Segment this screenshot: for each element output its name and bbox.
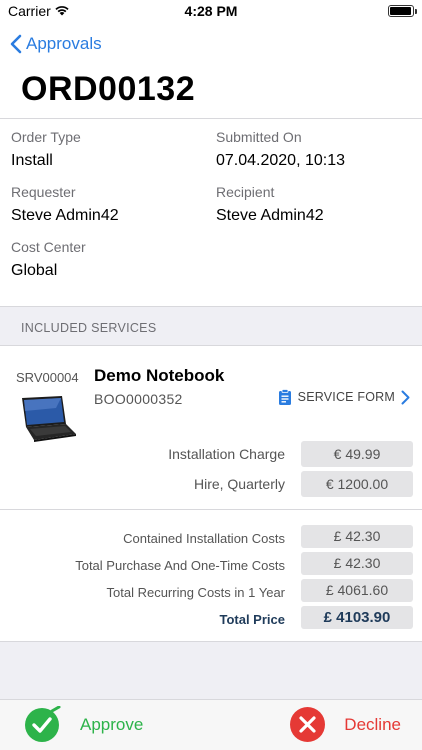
recipient-label: Recipient [216,184,275,200]
requester-field: Requester Steve Admin42 [11,184,119,225]
section-header-included-services: INCLUDED SERVICES [21,321,157,335]
cost-label: Contained Installation Costs [123,531,285,546]
charge-value: € 49.99 [301,441,413,467]
chevron-left-icon [10,34,22,54]
charge-row: Hire, Quarterly € 1200.00 [0,471,422,497]
battery-icon [388,5,417,17]
service-form-link[interactable]: SERVICE FORM [278,389,410,405]
cost-value: £ 42.30 [301,552,413,575]
check-circle-icon [25,706,61,742]
decline-label: Decline [344,714,401,734]
page-title: ORD00132 [21,70,196,108]
submitted-on-value: 07.04.2020, 10:13 [216,152,346,169]
charge-label: Installation Charge [168,446,285,462]
order-type-label: Order Type [11,129,81,145]
cost-row: Contained Installation Costs £ 42.30 [0,525,422,551]
cost-center-label: Cost Center [11,239,86,255]
approve-label: Approve [80,715,144,734]
charge-row: Installation Charge € 49.99 [0,441,422,467]
back-button[interactable]: Approvals [10,32,102,56]
cost-value: £ 42.30 [301,525,413,548]
order-type-value: Install [11,152,53,169]
x-circle-icon [290,707,326,742]
approve-button[interactable]: Approve [24,706,143,744]
submitted-on-label: Submitted On [216,129,302,145]
chevron-right-icon [401,390,410,404]
clock: 4:28 PM [184,3,238,19]
requester-value: Steve Admin42 [11,207,119,224]
submitted-on-field: Submitted On 07.04.2020, 10:13 [216,129,345,170]
order-type-field: Order Type Install [11,129,81,170]
notebook-image [22,396,76,442]
cost-center-field: Cost Center Global [11,239,86,280]
charge-label: Hire, Quarterly [193,476,285,492]
requester-label: Requester [11,184,76,200]
order-details: Order Type Install Submitted On 07.04.20… [0,119,422,307]
cost-value: £ 4061.60 [301,579,413,602]
status-bar: Carrier 4:28 PM [0,0,422,22]
clipboard-icon [278,389,291,405]
divider [0,509,422,510]
cost-label: Total Recurring Costs in 1 Year [106,585,285,600]
nav-header: Approvals ORD00132 [0,22,422,119]
back-label: Approvals [26,34,102,53]
cost-row: Total Purchase And One-Time Costs £ 42.3… [0,552,422,578]
service-name: Demo Notebook [94,366,225,385]
total-value: £ 4103.90 [301,606,413,629]
service-form-label: SERVICE FORM [297,390,395,404]
service-code: SRV00004 [16,370,79,385]
service-sub-id: BOO0000352 [94,391,183,407]
cost-row: Total Recurring Costs in 1 Year £ 4061.6… [0,579,422,605]
service-card: SRV00004 Demo Notebook BOO0000352 SERVIC… [0,345,422,642]
action-bar: Approve Decline [0,699,422,750]
charge-value: € 1200.00 [301,471,413,497]
cost-center-value: Global [11,262,58,279]
recipient-value: Steve Admin42 [216,207,324,224]
total-row: Total Price £ 4103.90 [0,606,422,632]
cost-label: Total Purchase And One-Time Costs [75,558,285,573]
recipient-field: Recipient Steve Admin42 [216,184,324,225]
decline-button[interactable]: Decline [289,706,401,743]
total-label: Total Price [219,612,285,627]
